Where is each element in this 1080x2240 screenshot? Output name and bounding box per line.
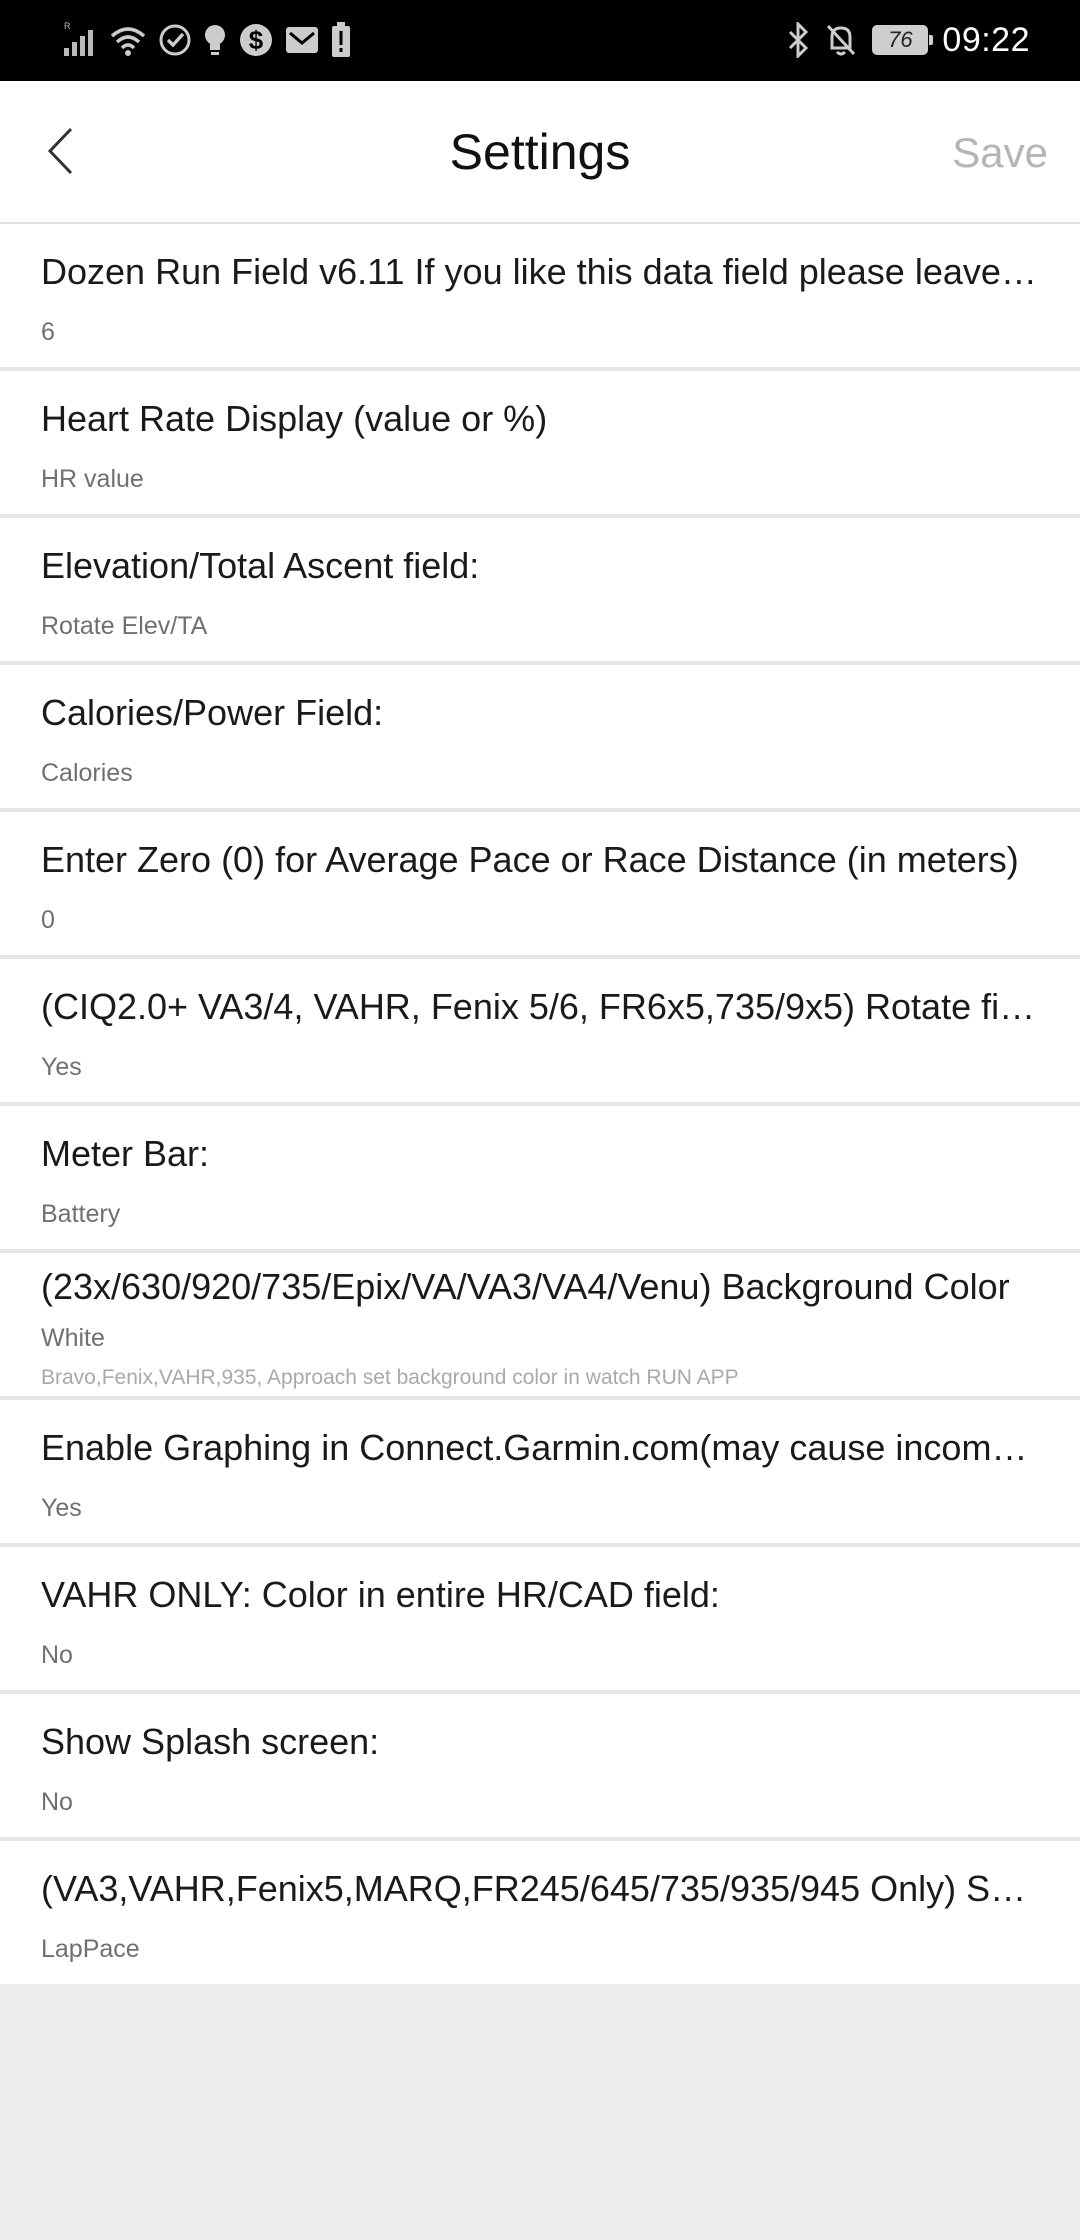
setting-row-average-pace-race-distance[interactable]: Enter Zero (0) for Average Pace or Race … xyxy=(0,812,1080,959)
setting-row-heart-rate-display[interactable]: Heart Rate Display (value or %) HR value xyxy=(0,371,1080,518)
setting-value: 0 xyxy=(41,906,55,934)
setting-row-rotate-fields[interactable]: (CIQ2.0+ VA3/4, VAHR, Fenix 5/6, FR6x5,7… xyxy=(0,959,1080,1106)
setting-row-enable-graphing[interactable]: Enable Graphing in Connect.Garmin.com(ma… xyxy=(0,1400,1080,1547)
setting-value: White xyxy=(41,1324,105,1352)
settings-list: Dozen Run Field v6.11 If you like this d… xyxy=(0,224,1080,1984)
setting-label: Heart Rate Display (value or %) xyxy=(41,398,548,439)
setting-value: LapPace xyxy=(41,1935,140,1963)
setting-label: (CIQ2.0+ VA3/4, VAHR, Fenix 5/6, FR6x5,7… xyxy=(41,986,1040,1027)
setting-label: Enable Graphing in Connect.Garmin.com(ma… xyxy=(41,1427,1040,1468)
setting-label: Show Splash screen: xyxy=(41,1721,380,1762)
setting-label: (VA3,VAHR,Fenix5,MARQ,FR245/645/735/935/… xyxy=(41,1868,1040,1909)
mail-icon xyxy=(284,24,320,56)
page-title: Settings xyxy=(449,124,631,180)
setting-value: HR value xyxy=(41,465,144,493)
save-button[interactable]: Save xyxy=(952,81,1048,224)
app-header: Settings Save xyxy=(0,81,1080,224)
setting-label: Dozen Run Field v6.11 If you like this d… xyxy=(41,251,1040,292)
setting-value: Battery xyxy=(41,1200,121,1228)
wifi-icon xyxy=(108,22,148,58)
setting-row-lap-pace[interactable]: (VA3,VAHR,Fenix5,MARQ,FR245/645/735/935/… xyxy=(0,1841,1080,1984)
setting-value: 6 xyxy=(41,318,55,346)
setting-row-splash-screen[interactable]: Show Splash screen: No xyxy=(0,1694,1080,1841)
bluetooth-icon xyxy=(786,22,810,58)
setting-row-meter-bar[interactable]: Meter Bar: Battery xyxy=(0,1106,1080,1253)
status-icons-left: R $ xyxy=(62,18,352,62)
svg-text:$: $ xyxy=(249,25,264,55)
lightbulb-icon xyxy=(202,22,228,58)
setting-row-elevation-ascent[interactable]: Elevation/Total Ascent field: Rotate Ele… xyxy=(0,518,1080,665)
bell-off-icon xyxy=(824,22,858,58)
svg-text:R: R xyxy=(64,21,71,31)
setting-value: Yes xyxy=(41,1494,82,1522)
setting-value: No xyxy=(41,1788,73,1816)
status-icons-right: 76 09:22 xyxy=(786,16,1030,64)
setting-label: Enter Zero (0) for Average Pace or Race … xyxy=(41,839,1019,880)
setting-value: Calories xyxy=(41,759,133,787)
setting-row-dozen-run-field[interactable]: Dozen Run Field v6.11 If you like this d… xyxy=(0,224,1080,371)
setting-label: Meter Bar: xyxy=(41,1133,210,1174)
setting-value: No xyxy=(41,1641,73,1669)
setting-label: Elevation/Total Ascent field: xyxy=(41,545,480,586)
setting-value: Yes xyxy=(41,1053,82,1081)
clock: 09:22 xyxy=(942,20,1030,59)
setting-row-vahr-color[interactable]: VAHR ONLY: Color in entire HR/CAD field:… xyxy=(0,1547,1080,1694)
setting-label: (23x/630/920/735/Epix/VA/VA3/VA4/Venu) B… xyxy=(41,1266,1010,1307)
signal-icon: R xyxy=(62,20,98,60)
setting-label: VAHR ONLY: Color in entire HR/CAD field: xyxy=(41,1574,720,1615)
battery-icon: 76 xyxy=(872,25,934,55)
setting-value: Rotate Elev/TA xyxy=(41,612,208,640)
dollar-circle-icon: $ xyxy=(238,22,274,58)
battery-alert-icon xyxy=(330,22,352,58)
status-bar: R $ 76 09:22 xyxy=(0,0,1080,81)
setting-row-calories-power[interactable]: Calories/Power Field: Calories xyxy=(0,665,1080,812)
setting-note: Bravo,Fenix,VAHR,935, Approach set backg… xyxy=(41,1366,739,1389)
setting-row-background-color[interactable]: (23x/630/920/735/Epix/VA/VA3/VA4/Venu) B… xyxy=(0,1253,1080,1400)
check-circle-icon xyxy=(158,23,192,57)
battery-level: 76 xyxy=(888,27,913,52)
setting-label: Calories/Power Field: xyxy=(41,692,384,733)
